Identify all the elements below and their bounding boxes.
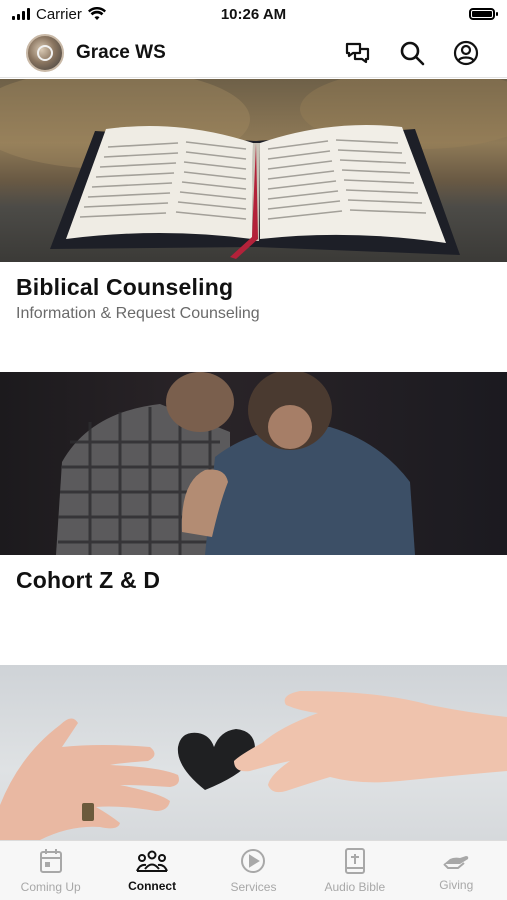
account-icon[interactable] bbox=[451, 38, 481, 68]
status-left: Carrier bbox=[12, 6, 106, 23]
cellular-signal-icon bbox=[12, 8, 30, 20]
tab-services[interactable]: Services bbox=[203, 848, 304, 894]
status-bar: Carrier 10:26 AM bbox=[0, 0, 507, 28]
card-subtitle: Information & Request Counseling bbox=[16, 305, 260, 322]
card-title: Biblical Counseling bbox=[16, 274, 234, 300]
tab-audio-bible[interactable]: Audio Bible bbox=[304, 847, 405, 894]
tab-connect[interactable]: Connect bbox=[102, 849, 203, 893]
app-header: Grace WS bbox=[0, 28, 507, 78]
two-men-praying-photo bbox=[0, 372, 507, 555]
open-bible-photo bbox=[0, 79, 507, 262]
tab-label: Coming Up bbox=[20, 879, 81, 894]
carrier-label: Carrier bbox=[36, 5, 82, 23]
card-text: Cohort Z & D bbox=[0, 555, 507, 665]
tab-label: Audio Bible bbox=[324, 879, 386, 894]
app-title: Grace WS bbox=[76, 41, 166, 63]
chat-icon[interactable] bbox=[343, 38, 373, 68]
card-heart[interactable] bbox=[0, 665, 507, 840]
battery-icon bbox=[469, 8, 498, 20]
search-icon[interactable] bbox=[397, 38, 427, 68]
calendar-icon bbox=[39, 848, 62, 873]
group-icon bbox=[136, 850, 168, 872]
card-cohort[interactable]: Cohort Z & D bbox=[0, 372, 507, 665]
giving-hand-icon bbox=[443, 855, 469, 869]
tab-label: Giving bbox=[439, 877, 474, 892]
content-feed[interactable]: Biblical Counseling Information & Reques… bbox=[0, 79, 507, 840]
hands-passing-heart-photo bbox=[0, 665, 507, 840]
card-text: Biblical Counseling Information & Reques… bbox=[0, 262, 507, 372]
tab-giving[interactable]: Giving bbox=[406, 850, 507, 892]
tab-label: Services bbox=[230, 879, 277, 894]
card-biblical-counseling[interactable]: Biblical Counseling Information & Reques… bbox=[0, 79, 507, 372]
card-title: Cohort Z & D bbox=[16, 567, 161, 593]
play-icon bbox=[241, 848, 266, 873]
tab-label: Connect bbox=[128, 878, 177, 893]
church-logo-avatar[interactable] bbox=[26, 33, 64, 72]
tab-coming-up[interactable]: Coming Up bbox=[0, 848, 101, 894]
wifi-icon bbox=[87, 7, 106, 20]
header-actions bbox=[343, 38, 481, 68]
tab-bar: Coming Up Connect Services Audio Bible G… bbox=[0, 840, 507, 900]
bible-icon bbox=[344, 847, 365, 874]
